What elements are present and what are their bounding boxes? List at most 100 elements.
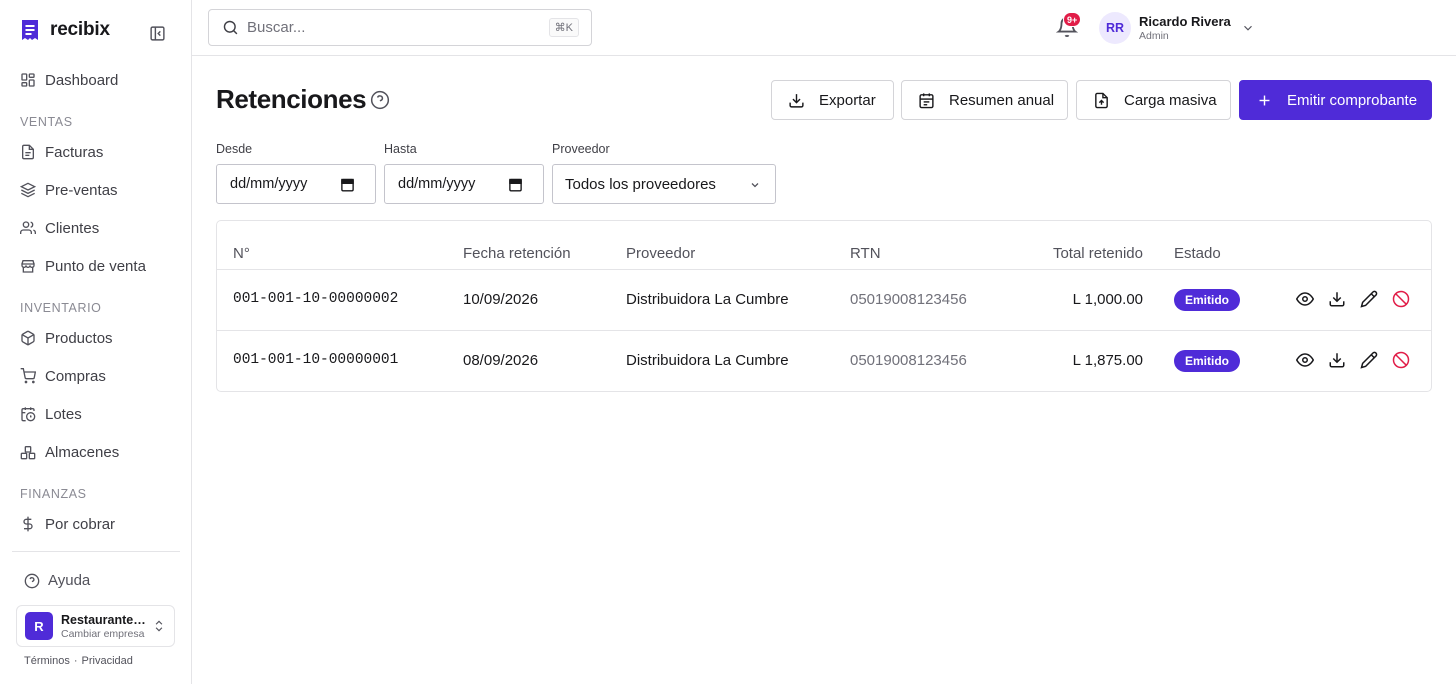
brand-logo[interactable]: recibix bbox=[20, 18, 110, 42]
help-link[interactable]: Ayuda bbox=[24, 572, 90, 589]
sidebar-item-lotes[interactable]: Lotes bbox=[12, 397, 180, 431]
from-date-value: dd/mm/yyyy bbox=[230, 176, 308, 192]
sidebar-item-dashboard[interactable]: Dashboard bbox=[12, 63, 180, 97]
from-date-input[interactable]: dd/mm/yyyy bbox=[216, 164, 376, 204]
row-divider bbox=[217, 269, 1431, 270]
sidebar-item-preventas[interactable]: Pre-ventas bbox=[12, 173, 180, 207]
search-box[interactable]: ⌘K bbox=[208, 9, 592, 46]
eye-icon[interactable] bbox=[1296, 351, 1314, 369]
pencil-icon[interactable] bbox=[1360, 351, 1378, 369]
col-header-date[interactable]: Fecha retención bbox=[463, 245, 571, 262]
status-badge: Emitido bbox=[1174, 350, 1240, 372]
download-icon[interactable] bbox=[1328, 351, 1346, 369]
grid-icon bbox=[21, 73, 35, 87]
sidebar-item-label: Compras bbox=[45, 367, 106, 385]
chevrons-updown-icon bbox=[155, 620, 163, 632]
sidebar-item-facturas[interactable]: Facturas bbox=[12, 135, 180, 169]
col-header-status[interactable]: Estado bbox=[1174, 245, 1221, 262]
user-role: Admin bbox=[1139, 30, 1169, 42]
sidebar-item-productos[interactable]: Productos bbox=[12, 321, 180, 355]
provider-select[interactable]: Todos los proveedores bbox=[552, 164, 776, 204]
terms-link[interactable]: Términos bbox=[24, 655, 70, 667]
calendar-icon[interactable] bbox=[340, 177, 355, 192]
sidebar-item-label: Lotes bbox=[45, 405, 82, 423]
dollar-icon bbox=[23, 516, 33, 532]
bulk-upload-button[interactable]: Carga masiva bbox=[1076, 80, 1231, 120]
eye-icon[interactable] bbox=[1296, 290, 1314, 308]
cell-rtn: 05019008123456 bbox=[850, 291, 967, 308]
cart-icon bbox=[20, 368, 36, 384]
col-header-total[interactable]: Total retenido bbox=[1023, 245, 1143, 262]
emit-voucher-button[interactable]: Emitir comprobante bbox=[1239, 80, 1432, 120]
sidebar-item-label: Punto de venta bbox=[45, 257, 146, 275]
sidebar-item-label: Almacenes bbox=[45, 443, 120, 461]
cell-rtn: 05019008123456 bbox=[850, 352, 967, 369]
sidebar-item-label: Dashboard bbox=[45, 71, 119, 89]
col-header-number[interactable]: N° bbox=[233, 245, 250, 262]
calendar-icon bbox=[919, 92, 934, 108]
user-menu[interactable]: RR Ricardo Rivera Admin bbox=[1099, 11, 1255, 45]
brand-name: recibix bbox=[50, 19, 110, 40]
plus-icon bbox=[1259, 95, 1270, 105]
col-header-rtn[interactable]: RTN bbox=[850, 245, 881, 262]
layers-icon bbox=[20, 182, 36, 198]
calendar-icon[interactable] bbox=[508, 177, 523, 192]
annual-summary-button[interactable]: Resumen anual bbox=[901, 80, 1068, 120]
sidebar-item-label: Pre-ventas bbox=[45, 181, 118, 199]
sidebar-item-label: Por cobrar bbox=[45, 515, 116, 533]
cell-number[interactable]: 001-001-10-00000001 bbox=[233, 352, 398, 368]
provider-select-value: Todos los proveedores bbox=[565, 175, 716, 193]
sidebar-item-compras[interactable]: Compras bbox=[12, 359, 180, 393]
to-date-value: dd/mm/yyyy bbox=[398, 176, 476, 192]
row-divider bbox=[217, 330, 1431, 331]
company-name: Restaurante La Cumbre bbox=[61, 612, 149, 627]
company-switcher[interactable]: R Restaurante La Cumbre Cambiar empresa bbox=[16, 605, 175, 647]
sidebar-item-clientes[interactable]: Clientes bbox=[12, 211, 180, 245]
store-icon bbox=[21, 260, 35, 273]
cell-total: L 1,000.00 bbox=[1072, 291, 1143, 308]
help-circle-icon[interactable] bbox=[370, 90, 390, 110]
file-upload-icon bbox=[1095, 92, 1108, 108]
search-input[interactable] bbox=[247, 19, 547, 36]
cell-provider: Distribuidora La Cumbre bbox=[626, 291, 789, 308]
chevron-down-icon bbox=[1243, 25, 1252, 31]
file-icon bbox=[22, 144, 34, 160]
chevron-down-icon bbox=[751, 183, 759, 188]
sidebar-toggle-button[interactable] bbox=[146, 22, 168, 44]
sidebar-item-almacenes[interactable]: Almacenes bbox=[12, 435, 180, 469]
sidebar-item-por-cobrar[interactable]: Por cobrar bbox=[12, 507, 180, 541]
from-date-label: Desde bbox=[216, 142, 253, 156]
cell-total: L 1,875.00 bbox=[1072, 352, 1143, 369]
download-icon[interactable] bbox=[1328, 290, 1346, 308]
pencil-icon[interactable] bbox=[1360, 290, 1378, 308]
sidebar-item-label: Clientes bbox=[45, 219, 100, 237]
to-date-input[interactable]: dd/mm/yyyy bbox=[384, 164, 544, 204]
cell-number[interactable]: 001-001-10-00000002 bbox=[233, 291, 398, 307]
sidebar-item-label: Facturas bbox=[45, 143, 104, 161]
avatar: RR bbox=[1099, 12, 1131, 44]
section-inventario: INVENTARIO bbox=[20, 301, 102, 315]
export-label: Exportar bbox=[819, 91, 876, 109]
export-button[interactable]: Exportar bbox=[771, 80, 894, 120]
page-title: Retenciones bbox=[216, 84, 367, 114]
search-icon bbox=[223, 20, 238, 35]
col-header-provider[interactable]: Proveedor bbox=[626, 245, 695, 262]
withholdings-table: N° Fecha retención Proveedor RTN Total r… bbox=[216, 220, 1432, 392]
ban-icon[interactable] bbox=[1392, 351, 1410, 369]
notifications-badge: 9+ bbox=[1063, 12, 1082, 27]
receipt-icon bbox=[20, 18, 40, 42]
download-icon bbox=[789, 93, 804, 108]
to-date-label: Hasta bbox=[384, 142, 417, 156]
ban-icon[interactable] bbox=[1392, 290, 1410, 308]
bulk-upload-label: Carga masiva bbox=[1124, 91, 1217, 109]
provider-label: Proveedor bbox=[552, 142, 610, 156]
legal-separator: · bbox=[73, 655, 78, 667]
user-name: Ricardo Rivera bbox=[1139, 14, 1231, 29]
sidebar-item-label: Productos bbox=[45, 329, 113, 347]
privacy-link[interactable]: Privacidad bbox=[82, 655, 133, 667]
sidebar-item-punto-de-venta[interactable]: Punto de venta bbox=[12, 249, 180, 283]
users-icon bbox=[20, 221, 36, 234]
legal-links: Términos · Privacidad bbox=[24, 655, 133, 667]
company-switch-label: Cambiar empresa bbox=[61, 627, 145, 640]
sidebar-divider bbox=[12, 551, 180, 552]
